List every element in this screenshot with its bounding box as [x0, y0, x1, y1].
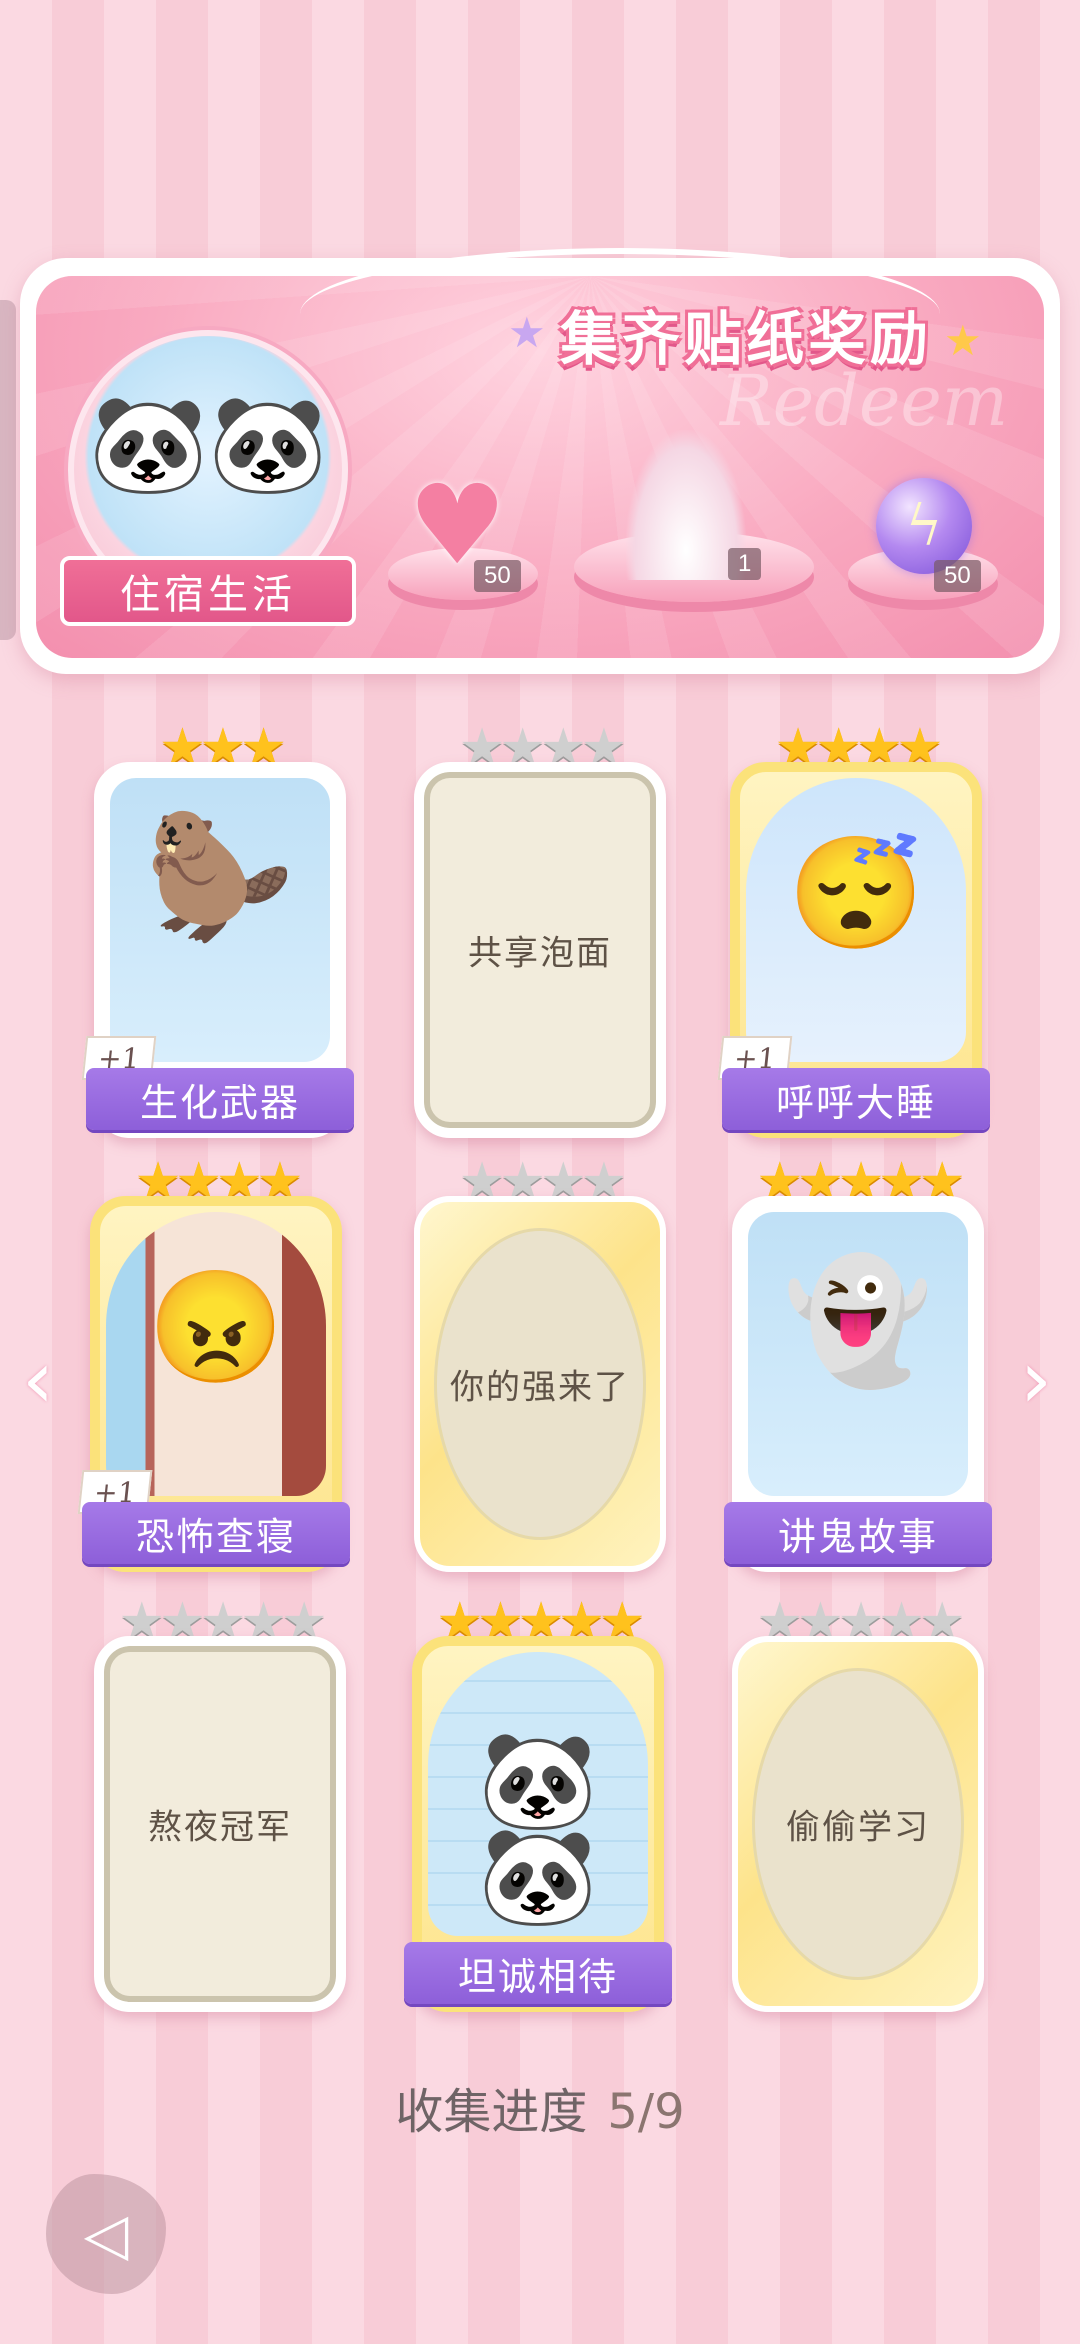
sticker-label: 呼呼大睡 [722, 1068, 990, 1130]
sleeping-boy-icon: 😴 [787, 829, 925, 957]
sticker-art: 🐼🐼 [428, 1652, 648, 1936]
sticker-label: 共享泡面 [468, 933, 612, 974]
sticker-art: 😴 [746, 778, 966, 1062]
sticker-card[interactable]: ★★★★★ 👻 讲鬼故事 [724, 1156, 992, 1572]
previous-page-arrow-icon[interactable]: ‹ [22, 1340, 62, 1420]
panda-pair-icon: 🐼🐼 [478, 1724, 598, 1932]
next-page-arrow-icon[interactable]: › [1020, 1340, 1060, 1420]
sticker-card[interactable]: ★★★★★ 偷偷学习 [732, 1596, 984, 2012]
banner-watermark: Redeem [720, 360, 1009, 442]
back-button[interactable]: ◁ [46, 2174, 166, 2294]
capybara-icon: 🦫 [145, 808, 295, 947]
ghost-costume-icon: 👻 [783, 1252, 933, 1391]
sticker-art: 😠 [106, 1212, 326, 1496]
progress-label: 收集进度 [395, 2084, 588, 2140]
side-drawer-tab[interactable] [0, 300, 16, 640]
sticker-card[interactable]: ★★★★★ 熬夜冠军 [94, 1596, 346, 2012]
sticker-art: 👻 [748, 1212, 968, 1496]
sticker-card[interactable]: ★★★★ 共享泡面 [414, 722, 666, 1138]
sticker-card[interactable]: ★★★ 🦫 +1 生化武器 [81, 722, 354, 1138]
sticker-label: 恐怖查寝 [82, 1502, 350, 1564]
sticker-art: 🦫 [110, 778, 330, 1062]
sticker-card[interactable]: ★★★★ 你的强来了 [414, 1156, 666, 1572]
sticker-label: 讲鬼故事 [724, 1502, 992, 1564]
sticker-label: 偷偷学习 [786, 1807, 930, 1848]
panda-pair-icon: 🐼🐼 [88, 388, 328, 500]
sticker-card[interactable]: ★★★★★ 🐼🐼 坦诚相待 [404, 1596, 672, 2012]
set-name-ribbon: 住宿生活 [60, 556, 356, 626]
back-arrow-icon: ◁ [83, 2200, 129, 2268]
progress-value: 5/9 [607, 2084, 685, 2140]
sticker-label: 熬夜冠军 [148, 1807, 292, 1848]
reward-count: 1 [728, 548, 762, 580]
reward-count: 50 [474, 560, 521, 592]
sticker-label: 生化武器 [86, 1068, 354, 1130]
sticker-card[interactable]: ★★★★ 😴 +1 呼呼大睡 [717, 722, 990, 1138]
reward-count: 50 [934, 560, 981, 592]
sticker-label: 坦诚相待 [404, 1942, 672, 2004]
sticker-label: 你的强来了 [450, 1367, 630, 1408]
sticker-card[interactable]: ★★★★ 😠 +1 恐怖查寝 [77, 1156, 350, 1572]
purple-star-icon: ★ [508, 308, 546, 357]
collection-progress: 收集进度 5/9 [0, 2072, 1080, 2142]
angry-dorm-aunt-icon: 😠 [147, 1263, 285, 1391]
gold-star-icon: ★ [944, 316, 982, 365]
